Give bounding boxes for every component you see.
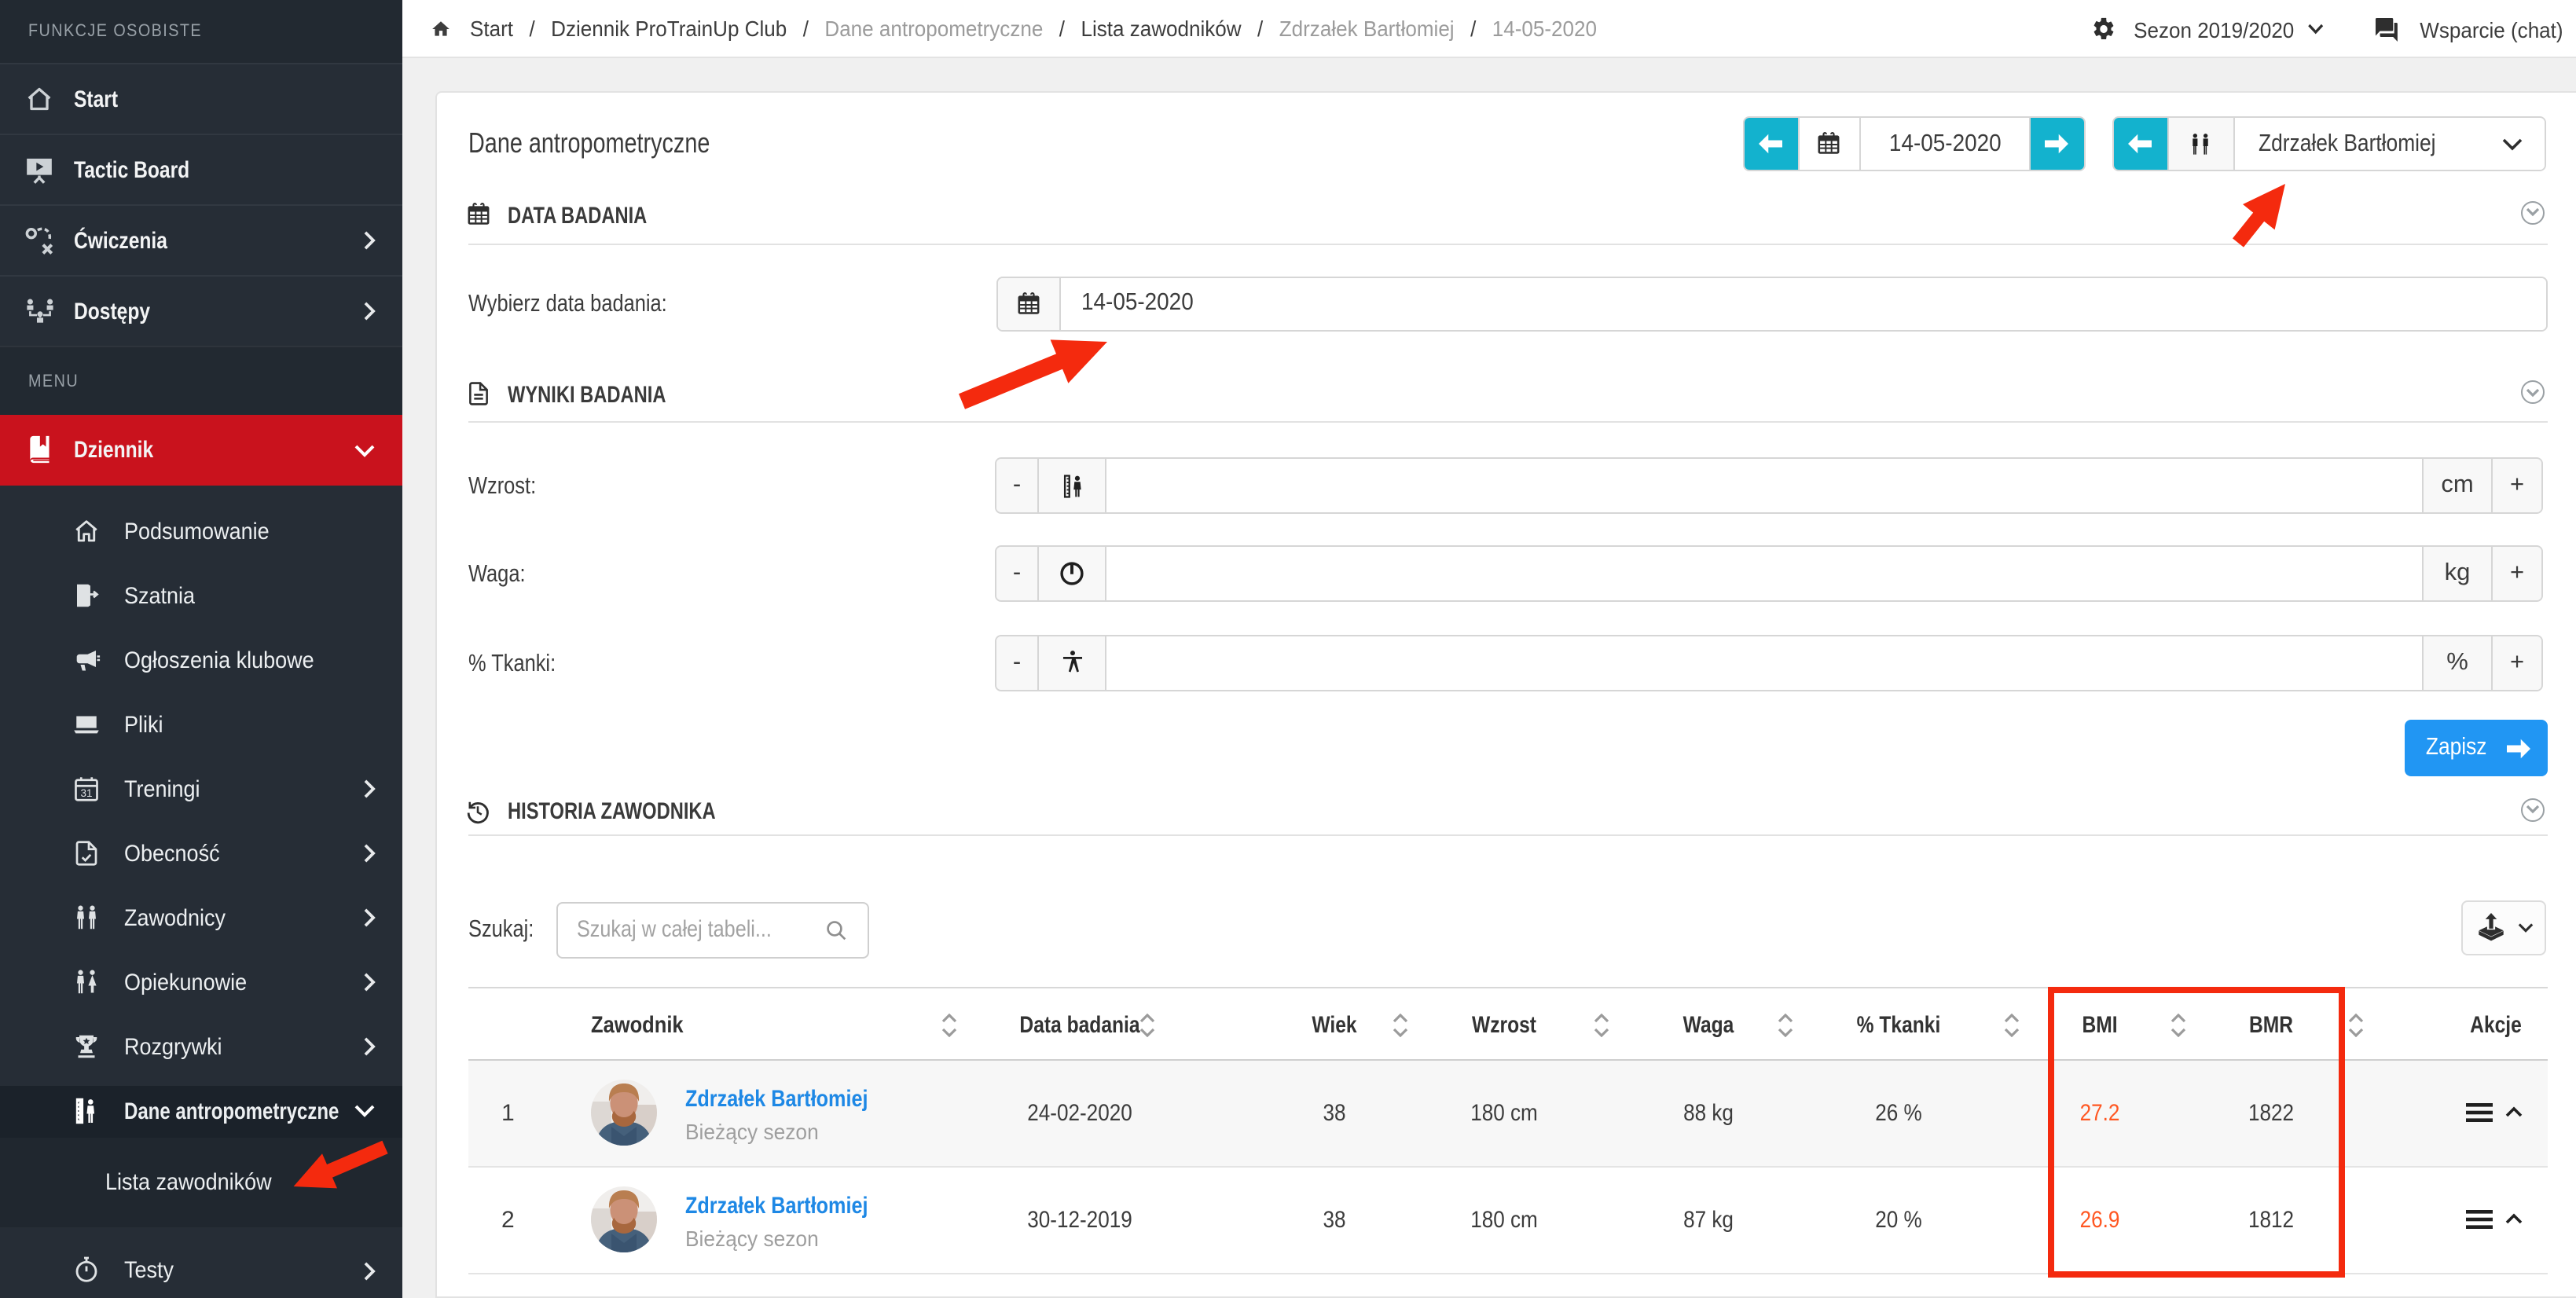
svg-text:31: 31 [80,786,92,798]
